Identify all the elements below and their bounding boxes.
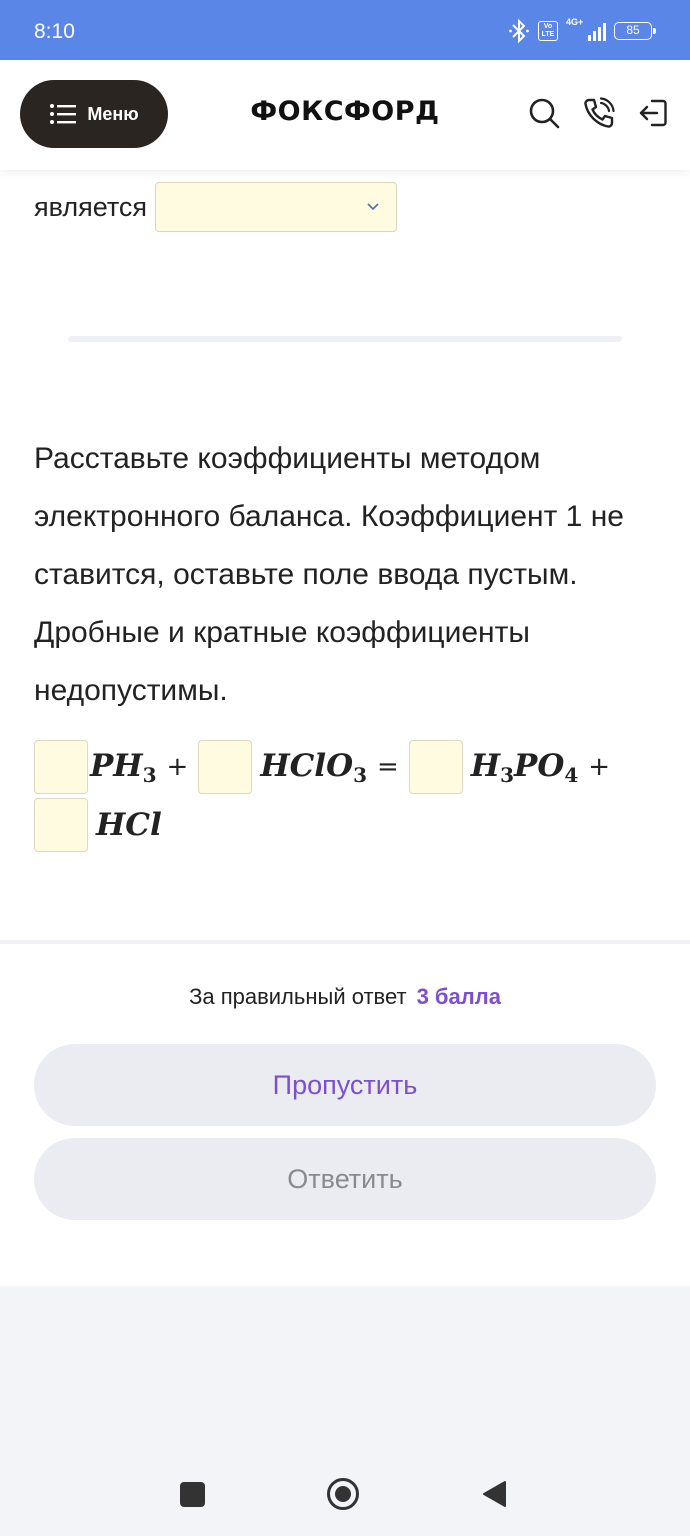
task-instructions: Расставьте коэффициенты методом электрон… [34, 442, 624, 707]
formula-ph3: PH3 [90, 747, 157, 787]
section-divider [68, 336, 622, 342]
status-time: 8:10 [34, 20, 75, 43]
answer-select[interactable] [155, 182, 398, 232]
equation-line-2: HCl [34, 798, 162, 852]
skip-button[interactable]: Пропустить [34, 1044, 656, 1126]
score-value: 3 балла [416, 984, 501, 1009]
plus-sign: + [166, 752, 189, 782]
plus-sign: + [588, 752, 611, 782]
status-bar: 8:10 Vo LTE 4G+ 85 [0, 0, 690, 60]
formula-h3po4: H3PO4 [470, 747, 579, 787]
score-info: За правильный ответ 3 балла [0, 984, 690, 1010]
coefficient-input-h3po4[interactable] [408, 740, 463, 794]
system-nav-area [0, 1286, 690, 1536]
answer-panel: За правильный ответ 3 балла Пропустить От… [0, 940, 690, 1286]
home-icon[interactable] [326, 1477, 360, 1511]
coefficient-input-hclo3[interactable] [198, 740, 253, 794]
score-label: За правильный ответ [189, 984, 407, 1009]
previous-question-line: является [34, 182, 398, 232]
back-icon[interactable] [481, 1480, 507, 1508]
formula-hcl: HCl [96, 807, 162, 843]
phone-icon[interactable] [582, 96, 616, 130]
coefficient-input-ph3[interactable] [34, 740, 88, 794]
previous-question-text: является [34, 191, 148, 222]
signal-icon: 4G+ [566, 17, 606, 43]
volte-icon: Vo LTE [538, 21, 558, 41]
coefficient-input-hcl[interactable] [34, 798, 88, 852]
app-header: Меню ФОКСФОРД [0, 60, 690, 170]
search-icon[interactable] [527, 96, 561, 130]
chevron-down-icon [367, 203, 379, 211]
formula-hclo3: HClO3 [260, 747, 367, 787]
equals-sign: = [377, 752, 399, 782]
answer-button[interactable]: Ответить [34, 1138, 656, 1220]
status-icons: Vo LTE 4G+ 85 [508, 17, 656, 44]
logout-icon[interactable] [636, 96, 670, 130]
recent-apps-icon[interactable] [180, 1482, 205, 1507]
network-type: 4G+ [566, 17, 584, 27]
equation-line-1: PH3 + HClO3 = H3PO4 + [34, 740, 620, 794]
battery-icon: 85 [614, 22, 656, 40]
bluetooth-icon [509, 18, 529, 44]
